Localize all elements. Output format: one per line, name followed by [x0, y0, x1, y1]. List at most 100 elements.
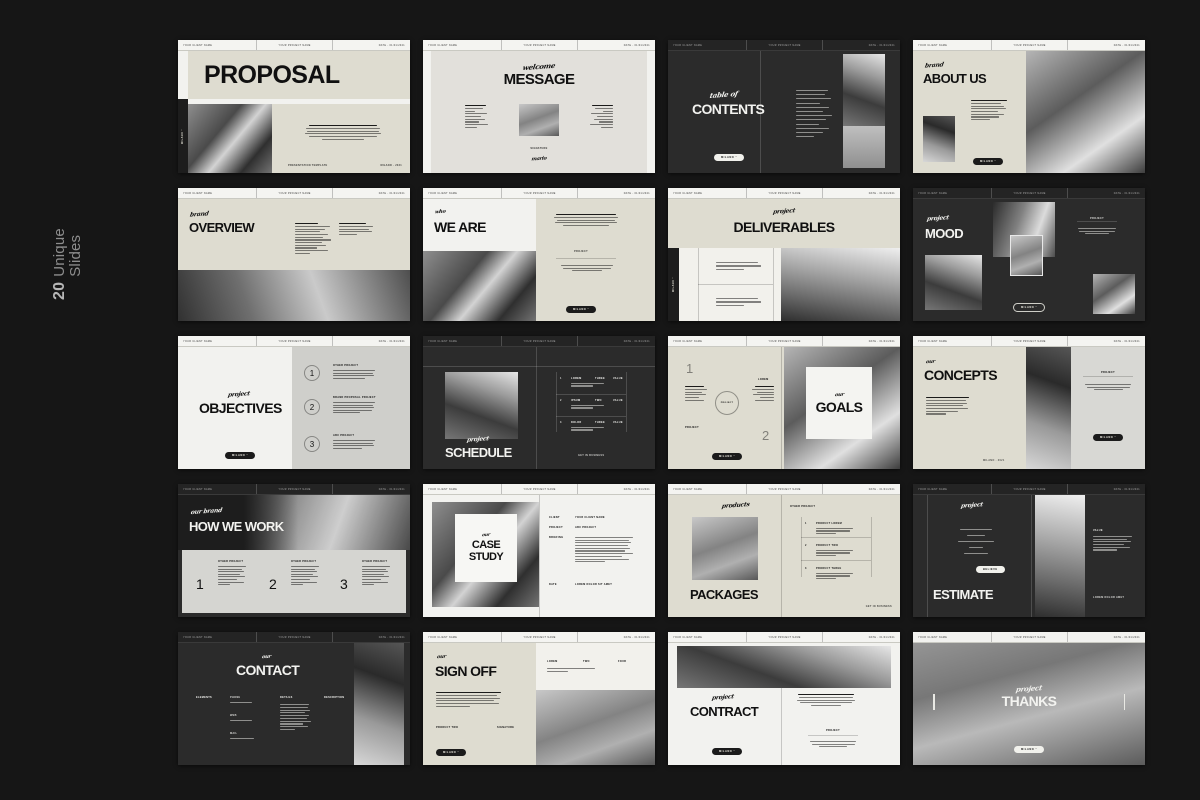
slide-title: HOW WE WORK	[189, 519, 284, 534]
slide-thumbnail-schedule[interactable]: YOUR CLIENT NAME YOUR PROJECT NAME DATE …	[423, 336, 655, 469]
package-copy-1	[816, 528, 856, 535]
header-date: DATE - 01/01/2021	[623, 191, 650, 195]
presentation-preview-board: 20 Unique Slides YOUR CLIENT NAME YOUR P…	[0, 0, 1200, 800]
slide-photo-small	[923, 116, 955, 162]
slide-thumbnail-we-are[interactable]: YOUR CLIENT NAME YOUR PROJECT NAME DATE …	[423, 188, 655, 321]
brand-pill[interactable]: MILANO °	[436, 749, 466, 756]
slide-thumbnail-message[interactable]: YOUR CLIENT NAME YOUR PROJECT NAME DATE …	[423, 40, 655, 173]
slide-kicker: project	[227, 390, 251, 399]
slide-kicker: our	[436, 653, 447, 661]
slide-col-left	[465, 105, 491, 128]
header-date: DATE - 01/01/2021	[1113, 635, 1140, 639]
step-copy-2	[291, 566, 321, 586]
slide-header: YOUR CLIENT NAME YOUR PROJECT NAME DATE …	[668, 336, 900, 347]
header-project: YOUR PROJECT NAME	[502, 484, 579, 494]
header-client: YOUR CLIENT NAME	[178, 484, 257, 494]
slide-thumbnail-deliverables[interactable]: YOUR CLIENT NAME YOUR PROJECT NAME DATE …	[668, 188, 900, 321]
schedule-row-2-copy	[571, 405, 607, 409]
header-client: YOUR CLIENT NAME	[668, 484, 747, 494]
slide-kicker: brand	[189, 210, 210, 219]
header-project: YOUR PROJECT NAME	[257, 40, 334, 50]
brand-pill[interactable]: MILANO °	[714, 154, 744, 161]
schedule-row-2-b: TWO	[595, 399, 602, 402]
slide-thumbnail-packages[interactable]: YOUR CLIENT NAME YOUR PROJECT NAME DATE …	[668, 484, 900, 617]
brand-pill[interactable]: MILANO °	[1093, 434, 1123, 441]
contact-mail-copy	[230, 738, 256, 740]
slide-photo	[188, 104, 272, 173]
schedule-row-3-a: DOLOR	[571, 421, 582, 424]
sign-off-field-3: FOUR	[618, 660, 627, 663]
brand-pill[interactable]: MILANO °	[973, 158, 1003, 165]
slide-thumbnail-sign-off[interactable]: YOUR CLIENT NAME YOUR PROJECT NAME DATE …	[423, 632, 655, 765]
schedule-row-1-a: LOREM	[571, 377, 582, 380]
slide-title: SIGN OFF	[435, 663, 497, 679]
sign-off-signature-label: SIGNATURE	[497, 726, 515, 729]
slide-photo-main	[1026, 51, 1145, 173]
deliverables-list-b	[716, 298, 764, 307]
slide-thumbnail-mood[interactable]: YOUR CLIENT NAME YOUR PROJECT NAME DATE …	[913, 188, 1145, 321]
header-date: DATE - 01/01/2021	[623, 487, 650, 491]
slide-kicker: our	[481, 532, 491, 539]
field-label-briefing: BRIEFING	[549, 536, 564, 539]
slide-title: PACKAGES	[690, 587, 759, 602]
slide-header: YOUR CLIENT NAME YOUR PROJECT NAME DATE …	[423, 632, 655, 643]
slide-thumbnail-contents[interactable]: YOUR CLIENT NAME YOUR PROJECT NAME DATE …	[668, 40, 900, 173]
brand-pill[interactable]: MILANO °	[225, 452, 255, 459]
brand-pill[interactable]: MILANO °	[1013, 303, 1045, 312]
contact-col-head-4: DESCRIPTION	[324, 696, 345, 699]
header-client: YOUR CLIENT NAME	[423, 188, 502, 198]
slide-photo	[423, 251, 536, 321]
estimate-right-head: VALUE	[1093, 529, 1103, 532]
estimate-cta[interactable]: BELIEVE	[976, 566, 1005, 573]
slide-kicker: products	[721, 501, 751, 510]
slide-thumbnail-contact[interactable]: YOUR CLIENT NAME YOUR PROJECT NAME DATE …	[178, 632, 410, 765]
slide-body-copy	[796, 694, 856, 707]
slide-thumbnail-concepts[interactable]: YOUR CLIENT NAME YOUR PROJECT NAME DATE …	[913, 336, 1145, 469]
slide-header: YOUR CLIENT NAME YOUR PROJECT NAME DATE …	[423, 40, 655, 51]
signature-label: SIGNATURE	[530, 147, 548, 150]
schedule-row-2-a: IPSUM	[571, 399, 581, 402]
package-head-2: PRODUCT TWO	[816, 544, 839, 547]
field-label-project: PROJECT	[549, 526, 563, 529]
step-number-1: 1	[196, 576, 204, 592]
objective-number-3: 3	[304, 436, 320, 452]
header-project: YOUR PROJECT NAME	[747, 188, 824, 198]
slide-title: OBJECTIVES	[199, 400, 282, 416]
slide-title: MOOD	[925, 226, 964, 241]
package-copy-2	[816, 550, 856, 557]
goal-copy-1	[685, 386, 709, 401]
project-badge: PROJECT	[826, 729, 840, 732]
header-client: YOUR CLIENT NAME	[668, 188, 747, 198]
brand-pill[interactable]: MILANO °	[566, 306, 596, 313]
slide-thumbnail-how-we-work[interactable]: YOUR CLIENT NAME YOUR PROJECT NAME DATE …	[178, 484, 410, 617]
header-client: YOUR CLIENT NAME	[178, 632, 257, 642]
slide-thumbnail-goals[interactable]: YOUR CLIENT NAME YOUR PROJECT NAME DATE …	[668, 336, 900, 469]
step-number-3: 3	[340, 576, 348, 592]
slide-thumbnail-overview[interactable]: YOUR CLIENT NAME YOUR PROJECT NAME DATE …	[178, 188, 410, 321]
brand-pill[interactable]: MILANO °	[712, 748, 742, 755]
slide-thumbnail-objectives[interactable]: YOUR CLIENT NAME YOUR PROJECT NAME DATE …	[178, 336, 410, 469]
slide-header: YOUR CLIENT NAME YOUR PROJECT NAME DATE …	[913, 336, 1145, 347]
slide-title: CONTRACT	[690, 704, 759, 719]
header-project: YOUR PROJECT NAME	[992, 484, 1069, 494]
slide-thumbnail-case-study[interactable]: YOUR CLIENT NAME YOUR PROJECT NAME DATE …	[423, 484, 655, 617]
slide-title: WE ARE	[434, 219, 486, 235]
brand-pill[interactable]: MILANO °	[1014, 746, 1044, 753]
project-circle-badge: PROJECT	[715, 391, 739, 415]
slide-thumbnail-about-us[interactable]: YOUR CLIENT NAME YOUR PROJECT NAME DATE …	[913, 40, 1145, 173]
package-index-1: 1	[805, 522, 807, 525]
brand-pill[interactable]: MILANO °	[712, 453, 742, 460]
slide-header: YOUR CLIENT NAME YOUR PROJECT NAME DATE …	[668, 188, 900, 199]
package-copy-3	[816, 573, 856, 580]
deliverables-list-a	[716, 262, 764, 271]
mood-copy	[1076, 228, 1118, 235]
slide-thumbnail-thanks[interactable]: YOUR CLIENT NAME YOUR PROJECT NAME DATE …	[913, 632, 1145, 765]
header-client: YOUR CLIENT NAME	[913, 632, 992, 642]
schedule-row-2-c: VALUE	[613, 399, 623, 402]
estimate-list	[955, 529, 997, 555]
slide-thumbnail-contract[interactable]: YOUR CLIENT NAME YOUR PROJECT NAME DATE …	[668, 632, 900, 765]
slide-thumbnail-estimate[interactable]: YOUR CLIENT NAME YOUR PROJECT NAME DATE …	[913, 484, 1145, 617]
slide-thumbnail-proposal[interactable]: YOUR CLIENT NAME YOUR PROJECT NAME DATE …	[178, 40, 410, 173]
slide-kicker: project	[926, 214, 950, 223]
header-project: YOUR PROJECT NAME	[992, 188, 1069, 198]
